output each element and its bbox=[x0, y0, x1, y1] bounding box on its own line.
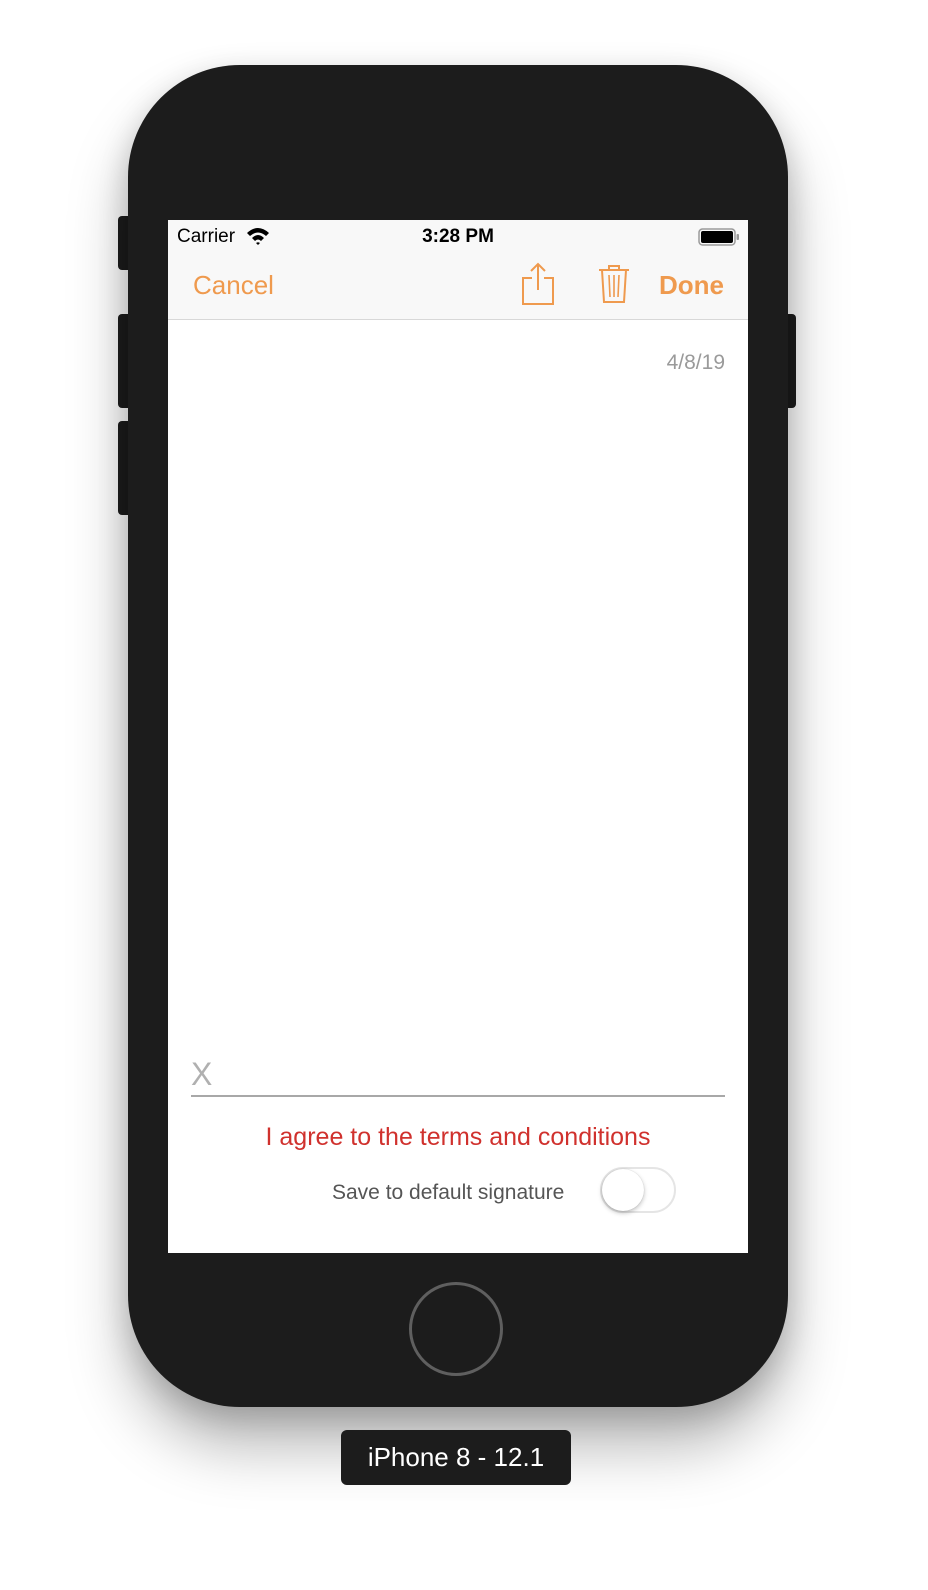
simulator-stage: Carrier 3:28 PM Cancel Done 4/8/19 X I a… bbox=[0, 0, 928, 1590]
done-button[interactable]: Done bbox=[659, 270, 724, 301]
status-time: 3:28 PM bbox=[422, 226, 494, 247]
signature-date: 4/8/19 bbox=[666, 351, 725, 374]
signature-line bbox=[191, 1095, 725, 1097]
signature-x-mark: X bbox=[191, 1056, 213, 1092]
save-default-toggle[interactable] bbox=[600, 1167, 676, 1213]
save-default-label: Save to default signature bbox=[332, 1181, 565, 1204]
device-label: iPhone 8 - 12.1 bbox=[341, 1430, 571, 1485]
terms-agreement-text: I agree to the terms and conditions bbox=[265, 1123, 651, 1151]
toggle-knob bbox=[602, 1169, 644, 1211]
navigation-bar: Cancel Done bbox=[168, 252, 748, 320]
trash-icon[interactable] bbox=[598, 264, 630, 304]
cancel-button[interactable]: Cancel bbox=[193, 270, 274, 301]
signature-canvas[interactable] bbox=[168, 320, 748, 1100]
status-bar: Carrier 3:28 PM bbox=[168, 220, 748, 252]
phone-screen: Carrier 3:28 PM Cancel Done 4/8/19 X I a… bbox=[168, 220, 748, 1253]
share-icon[interactable] bbox=[521, 262, 555, 306]
home-button[interactable] bbox=[409, 1282, 503, 1376]
battery-icon bbox=[698, 228, 739, 246]
